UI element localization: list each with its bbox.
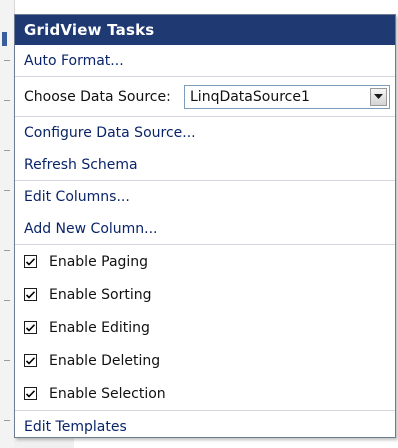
gridline bbox=[4, 150, 10, 151]
gridline bbox=[4, 420, 10, 421]
option-enable-deleting[interactable]: Enable Deleting bbox=[15, 344, 395, 377]
auto-format-link[interactable]: Auto Format... bbox=[15, 45, 395, 77]
edit-columns-link[interactable]: Edit Columns... bbox=[15, 181, 395, 213]
configure-data-source-label[interactable]: Configure Data Source... bbox=[24, 125, 196, 141]
gridline bbox=[4, 190, 10, 191]
data-source-selected-value: LinqDataSource1 bbox=[190, 88, 310, 105]
selection-marker bbox=[2, 32, 7, 46]
option-enable-selection[interactable]: Enable Selection bbox=[15, 377, 395, 410]
refresh-schema-link[interactable]: Refresh Schema bbox=[15, 149, 395, 181]
enable-selection-label: Enable Selection bbox=[49, 385, 166, 402]
gridline bbox=[4, 60, 10, 61]
chevron-down-icon[interactable] bbox=[370, 87, 387, 106]
choose-data-source-row: Choose Data Source: LinqDataSource1 bbox=[15, 77, 395, 117]
edit-columns-label[interactable]: Edit Columns... bbox=[24, 189, 130, 205]
data-source-dropdown[interactable]: LinqDataSource1 bbox=[184, 84, 390, 109]
enable-sorting-checkbox[interactable] bbox=[24, 288, 37, 301]
gridline bbox=[4, 300, 10, 301]
enable-editing-label: Enable Editing bbox=[49, 319, 150, 336]
enable-paging-checkbox[interactable] bbox=[24, 255, 37, 268]
enable-selection-checkbox[interactable] bbox=[24, 387, 37, 400]
option-enable-paging[interactable]: Enable Paging bbox=[15, 245, 395, 278]
enable-paging-label: Enable Paging bbox=[49, 253, 149, 270]
enable-sorting-label: Enable Sorting bbox=[49, 286, 152, 303]
designer-surface-left bbox=[0, 0, 15, 448]
gridline bbox=[4, 360, 10, 361]
panel-title: GridView Tasks bbox=[15, 15, 395, 45]
choose-data-source-label: Choose Data Source: bbox=[24, 88, 171, 105]
gridline bbox=[4, 250, 10, 251]
designer-surface-top bbox=[14, 0, 398, 14]
auto-format-label[interactable]: Auto Format... bbox=[24, 53, 124, 69]
option-enable-editing[interactable]: Enable Editing bbox=[15, 311, 395, 344]
refresh-schema-label[interactable]: Refresh Schema bbox=[24, 157, 138, 173]
enable-editing-checkbox[interactable] bbox=[24, 321, 37, 334]
gridview-tasks-panel: GridView Tasks Auto Format... Choose Dat… bbox=[14, 14, 396, 438]
edit-templates-link[interactable]: Edit Templates bbox=[15, 410, 395, 442]
enable-deleting-label: Enable Deleting bbox=[49, 352, 161, 369]
designer-canvas: GridView Tasks Auto Format... Choose Dat… bbox=[0, 0, 398, 448]
configure-data-source-link[interactable]: Configure Data Source... bbox=[15, 117, 395, 149]
edit-templates-label[interactable]: Edit Templates bbox=[24, 419, 127, 435]
option-enable-sorting[interactable]: Enable Sorting bbox=[15, 278, 395, 311]
add-new-column-label[interactable]: Add New Column... bbox=[24, 221, 158, 237]
gridline bbox=[4, 100, 10, 101]
add-new-column-link[interactable]: Add New Column... bbox=[15, 213, 395, 245]
enable-deleting-checkbox[interactable] bbox=[24, 354, 37, 367]
